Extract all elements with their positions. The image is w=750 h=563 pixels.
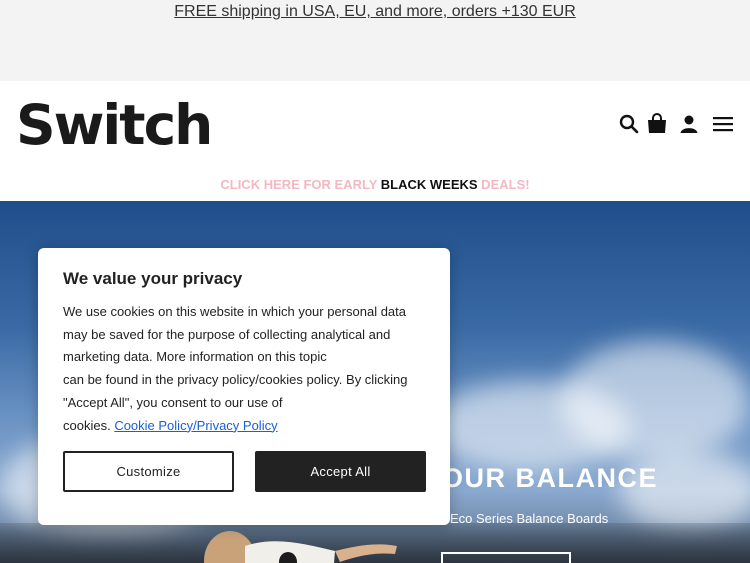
cookie-consent-dialog: We value your privacy We use cookies on …: [38, 248, 450, 525]
account-icon[interactable]: [677, 112, 701, 136]
cookie-body-line: We use cookies on this website in which …: [63, 304, 407, 319]
hero-cta-button[interactable]: [441, 552, 571, 563]
promo-banner[interactable]: CLICK HERE FOR EARLY BLACK WEEKS DEALS!: [0, 171, 750, 201]
cookie-body-line: marketing data. More information on this…: [63, 349, 327, 365]
shopping-bag-icon[interactable]: [645, 112, 669, 136]
customize-button[interactable]: Customize: [63, 451, 234, 492]
hero-subtitle: Eco Series Balance Boards: [450, 511, 609, 526]
switch-logo[interactable]: Switch: [16, 90, 213, 160]
menu-icon[interactable]: [711, 112, 735, 136]
cookie-title: We value your privacy: [63, 269, 243, 288]
cookie-body-line: "Accept All", you consent to our use of: [63, 394, 283, 410]
hero-title: OUR BALANCE: [442, 463, 658, 493]
cookie-body-line: may be saved for the purpose of collecti…: [63, 326, 391, 342]
cookie-body-line: can be found in the privacy policy/cooki…: [63, 372, 408, 388]
cookie-body-line-last: cookies. Cookie Policy/Privacy Policy: [63, 415, 423, 438]
hero-cloud: [560, 341, 750, 461]
accept-all-button[interactable]: Accept All: [255, 451, 426, 492]
shipping-link[interactable]: FREE shipping in USA, EU, and more, orde…: [0, 3, 750, 21]
search-icon[interactable]: [617, 112, 641, 136]
cookie-body-tail: cookies.: [63, 417, 115, 433]
site-header: Switch: [0, 81, 750, 171]
promo-text-start: CLICK HERE FOR EARLY: [220, 177, 381, 192]
cookie-body-text: We use cookies on this website in which …: [63, 301, 423, 437]
shipping-bar: FREE shipping in USA, EU, and more, orde…: [0, 0, 750, 81]
promo-text-end: DEALS!: [477, 177, 530, 192]
cookie-policy-link[interactable]: Cookie Policy/Privacy Policy: [114, 418, 277, 433]
promo-text-highlight: BLACK WEEKS: [380, 177, 478, 192]
